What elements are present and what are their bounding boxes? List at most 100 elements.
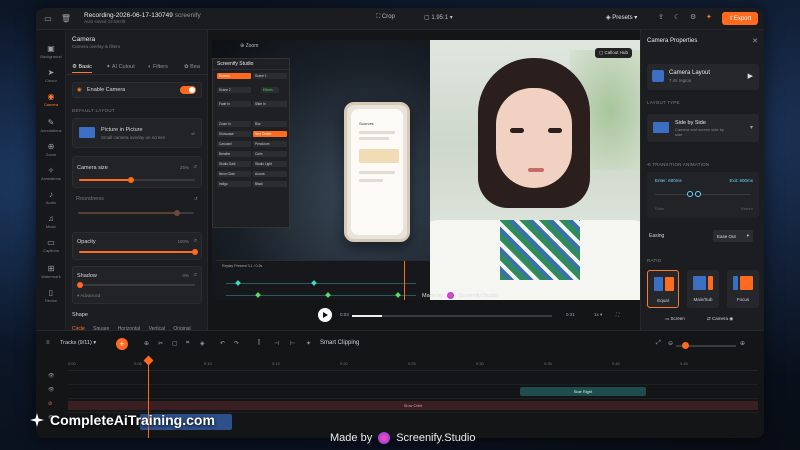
rail-label: Device bbox=[44, 298, 58, 303]
ratio-equal[interactable]: Equal bbox=[647, 270, 679, 308]
gift-icon[interactable]: ✦ bbox=[706, 13, 712, 21]
eye-icon[interactable]: 👁 bbox=[48, 373, 54, 379]
add-track-button[interactable]: + bbox=[116, 338, 128, 350]
play-icon[interactable]: ▶ bbox=[748, 72, 753, 80]
aspect-ratio-select[interactable]: ▢ 1.95:1 ▾ bbox=[424, 14, 453, 21]
export-button[interactable]: ⇧ Export bbox=[722, 12, 758, 25]
redo-icon[interactable]: ↷ bbox=[234, 340, 239, 347]
fullscreen-icon[interactable]: ⛶ bbox=[616, 312, 619, 317]
camera-icon: ◉ bbox=[77, 87, 82, 93]
tick-label: 0:05 bbox=[134, 361, 142, 366]
ratio-label-text: Equal bbox=[657, 298, 669, 303]
tab-basic[interactable]: ⚙ Basic bbox=[72, 64, 92, 73]
tab-beauty[interactable]: ✿ Bea bbox=[184, 64, 200, 70]
tab-ai-cutout[interactable]: ✦ AI Cutout bbox=[106, 64, 135, 70]
scissors-icon[interactable]: ✂ bbox=[158, 340, 163, 347]
rail-label: Watermark bbox=[41, 274, 61, 279]
keyframe[interactable] bbox=[235, 280, 241, 286]
opacity-slider[interactable] bbox=[79, 249, 198, 255]
share-icon[interactable]: ⇪ bbox=[658, 13, 664, 21]
eye-icon[interactable]: 👁 bbox=[48, 387, 54, 393]
opacity-label: Opacity bbox=[77, 239, 96, 245]
exit-handle[interactable] bbox=[695, 191, 701, 197]
swap-screen-button[interactable]: ▭ Screen bbox=[665, 316, 685, 322]
timeline-zoom-slider[interactable] bbox=[676, 342, 736, 349]
rail-music[interactable]: ♫ Music bbox=[36, 214, 66, 229]
reset-icon[interactable]: ↺ bbox=[194, 196, 198, 202]
speed-select[interactable]: 1x ▾ bbox=[594, 312, 602, 318]
magnify-icon[interactable]: ⊕ bbox=[144, 340, 149, 347]
rail-camera[interactable]: ◉ Camera bbox=[36, 92, 66, 107]
animation-clip[interactable]: Slow Orbit bbox=[68, 401, 758, 410]
reset-icon[interactable]: ↺ bbox=[193, 238, 197, 244]
shadow-slider[interactable] bbox=[77, 282, 195, 288]
speed-value: 1x bbox=[594, 312, 599, 317]
autosave-text: Auto saved 12:58:09 bbox=[84, 18, 126, 24]
rail-background[interactable]: ▣ Background bbox=[36, 44, 66, 59]
enable-camera-toggle[interactable] bbox=[180, 86, 196, 94]
ripple-icon[interactable]: ⊢ bbox=[290, 340, 295, 347]
rail-captions[interactable]: ▭ Captions bbox=[36, 238, 66, 253]
camera-preview[interactable]: ▢ Callout Hub bbox=[430, 40, 640, 300]
play-button[interactable] bbox=[318, 308, 332, 322]
roundness-slider[interactable] bbox=[78, 210, 194, 216]
rail-label: Cursor bbox=[44, 78, 57, 83]
tracks-select[interactable]: Tracks (9/11) ▾ bbox=[60, 340, 96, 346]
keyframe[interactable] bbox=[255, 292, 261, 298]
crop-icon[interactable]: ⌗ bbox=[186, 340, 189, 347]
rail-annotations[interactable]: ✎ Annotations bbox=[36, 118, 66, 133]
camera-layout-card[interactable]: Camera Layout 7.4s region ▶ bbox=[647, 64, 759, 90]
split-icon[interactable]: ⫿ bbox=[258, 340, 260, 347]
keyframe[interactable] bbox=[325, 292, 331, 298]
zoom-chip[interactable]: ⊕ Zoom bbox=[240, 43, 258, 49]
rail-zoom[interactable]: ⊕ Zoom bbox=[36, 142, 66, 157]
smart-clipping-button[interactable]: Smart Clipping bbox=[320, 340, 359, 346]
ratio-focus[interactable]: Focus bbox=[727, 270, 759, 308]
mini-chip: Slide In bbox=[253, 101, 287, 107]
enter-duration[interactable]: Enter: 600ms bbox=[655, 178, 682, 183]
sidebar-toggle-icon[interactable]: ▭ bbox=[42, 13, 54, 25]
moon-icon[interactable]: ☾ bbox=[674, 13, 680, 21]
exit-duration[interactable]: Exit: 600ms bbox=[729, 178, 753, 183]
zoom-in-icon[interactable]: ⊕ bbox=[740, 340, 745, 347]
scrub-bar[interactable] bbox=[352, 315, 552, 317]
reset-icon[interactable]: ↺ bbox=[193, 272, 197, 278]
rail-audio[interactable]: ♪ Audio bbox=[36, 190, 66, 205]
expand-icon[interactable]: ⤢ bbox=[656, 340, 661, 347]
camera-size-slider[interactable] bbox=[79, 177, 195, 183]
default-layout-card[interactable]: Picture in Picture Small camera overlay … bbox=[72, 118, 202, 148]
crop-button[interactable]: ⛶ Crop bbox=[376, 14, 395, 21]
easing-select[interactable]: Ease Out ▾ bbox=[713, 230, 753, 242]
rail-device[interactable]: ▯ Device bbox=[36, 288, 66, 303]
undo-icon[interactable]: ↶ bbox=[220, 340, 225, 347]
advanced-toggle[interactable]: ▾ Advanced bbox=[77, 293, 100, 299]
made-by-text: Made by bbox=[422, 292, 444, 299]
comment-icon[interactable]: ▢ bbox=[172, 340, 178, 347]
tab-filters[interactable]: ◐ Filters bbox=[148, 64, 168, 70]
layout-type-select[interactable]: Side by Side Camera and screen side by s… bbox=[647, 114, 759, 142]
sparkle-icon[interactable]: ✦ bbox=[306, 340, 311, 347]
rail-watermark[interactable]: ⊞ Watermark bbox=[36, 264, 66, 279]
project-title: Recording-2026-06-17-130749 screenify Au… bbox=[84, 12, 201, 24]
rail-cursor[interactable]: ➤ Cursor bbox=[36, 68, 66, 83]
rail-animations[interactable]: ✧ Animations bbox=[36, 166, 66, 181]
mini-chip: Breathe bbox=[217, 151, 251, 157]
settings-icon[interactable]: ⚙ bbox=[690, 13, 696, 21]
keyframe[interactable] bbox=[395, 292, 401, 298]
close-icon[interactable]: ✕ bbox=[752, 37, 758, 45]
eye-off-icon[interactable]: ⊘ bbox=[48, 401, 52, 407]
zoom-out-icon[interactable]: ⊖ bbox=[668, 340, 673, 347]
screen-label: Screen bbox=[670, 316, 685, 321]
ratio-main-sub[interactable]: Main/Sub bbox=[687, 270, 719, 308]
trim-icon[interactable]: ⊣ bbox=[274, 340, 279, 347]
callout-hub-button[interactable]: ▢ Callout Hub bbox=[594, 48, 632, 58]
screen-preview[interactable]: ⊕ Zoom Screenify Studio Scenes Scene 1 S… bbox=[212, 40, 430, 300]
camera-layout-clip[interactable]: Side Right bbox=[520, 387, 646, 396]
reset-icon[interactable]: ↺ bbox=[193, 164, 197, 170]
trash-icon[interactable]: 🗑 bbox=[60, 13, 72, 25]
layers-icon[interactable]: ◈ bbox=[200, 340, 205, 347]
swap-camera-button[interactable]: ⇄ Camera ◉ bbox=[707, 316, 733, 322]
presets-button[interactable]: ◈ Presets ▾ bbox=[606, 14, 637, 21]
enter-handle[interactable] bbox=[687, 191, 693, 197]
keyframe[interactable] bbox=[311, 280, 317, 286]
